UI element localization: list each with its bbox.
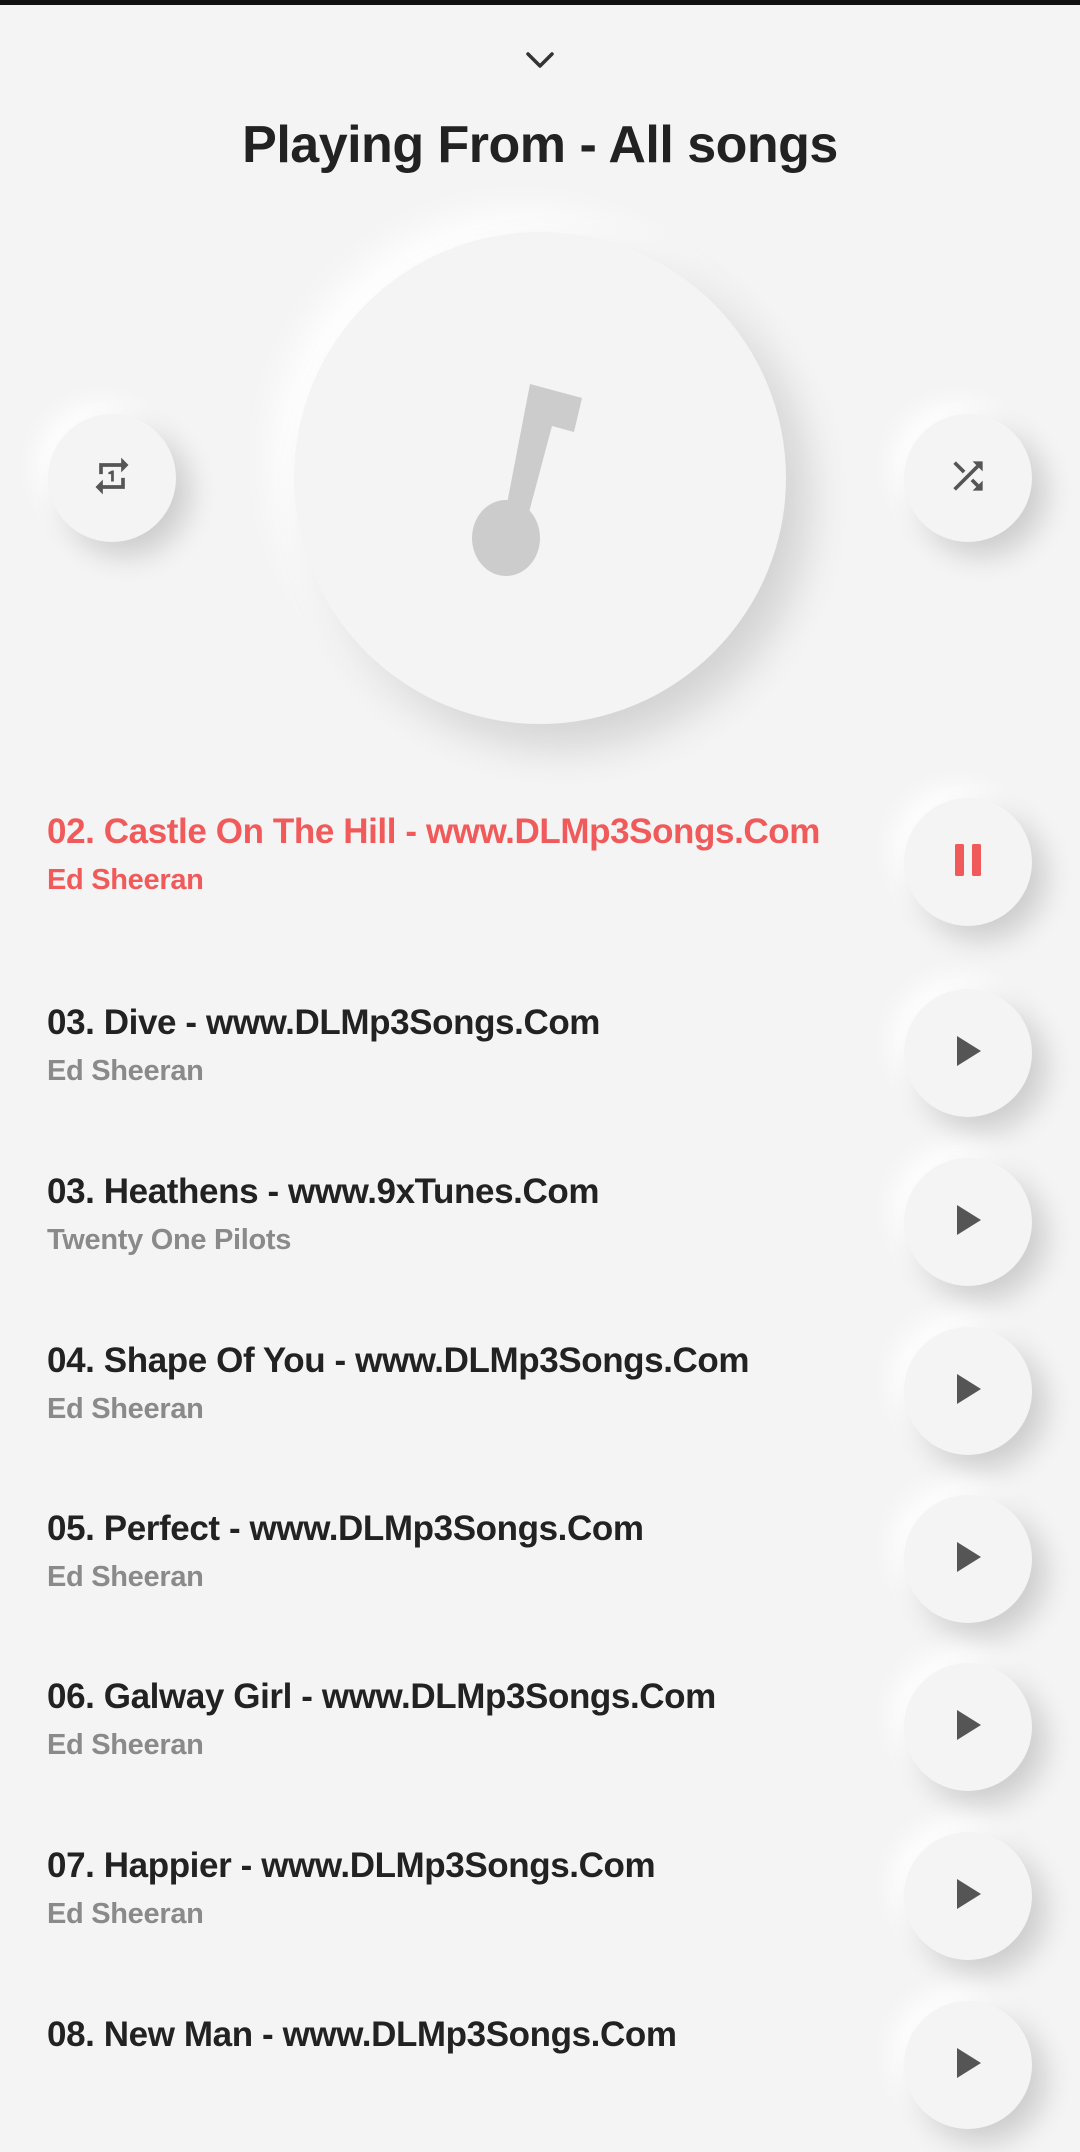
song-artist: Ed Sheeran: [47, 864, 204, 896]
pause-button[interactable]: [904, 798, 1032, 926]
list-item[interactable]: 07. Happier - www.DLMp3Songs.Com Ed Shee…: [0, 1814, 1080, 1983]
play-icon: [953, 1877, 983, 1916]
play-button[interactable]: [904, 989, 1032, 1117]
play-button[interactable]: [904, 1663, 1032, 1791]
play-icon: [953, 1034, 983, 1073]
list-item[interactable]: 04. Shape Of You - www.DLMp3Songs.Com Ed…: [0, 1309, 1080, 1478]
repeat-button[interactable]: [48, 414, 176, 542]
play-button[interactable]: [904, 1832, 1032, 1960]
song-title: 04. Shape Of You - www.DLMp3Songs.Com: [47, 1341, 750, 1380]
list-item[interactable]: 05. Perfect - www.DLMp3Songs.Com Ed Shee…: [0, 1477, 1080, 1646]
play-button[interactable]: [904, 1158, 1032, 1286]
play-button[interactable]: [904, 2001, 1032, 2129]
music-note-icon: [460, 376, 620, 581]
chevron-down-icon[interactable]: [520, 40, 560, 80]
page-title: Playing From - All songs: [242, 116, 838, 174]
play-icon: [953, 1540, 983, 1579]
album-artwork: [294, 232, 786, 724]
song-artist: Ed Sheeran: [47, 1055, 204, 1087]
song-title: 07. Happier - www.DLMp3Songs.Com: [47, 1846, 656, 1885]
list-item[interactable]: 06. Galway Girl - www.DLMp3Songs.Com Ed …: [0, 1645, 1080, 1814]
list-item[interactable]: 03. Heathens - www.9xTunes.Com Twenty On…: [0, 1140, 1080, 1309]
play-icon: [953, 1708, 983, 1747]
song-title: 06. Galway Girl - www.DLMp3Songs.Com: [47, 1677, 716, 1716]
song-artist: Ed Sheeran: [47, 1393, 204, 1425]
play-button[interactable]: [904, 1495, 1032, 1623]
list-item[interactable]: 08. New Man - www.DLMp3Songs.Com: [0, 1983, 1080, 2152]
song-title: 03. Heathens - www.9xTunes.Com: [47, 1172, 600, 1211]
play-icon: [953, 1372, 983, 1411]
song-artist: Ed Sheeran: [47, 1561, 204, 1593]
song-title: 08. New Man - www.DLMp3Songs.Com: [47, 2015, 677, 2054]
song-title: 02. Castle On The Hill - www.DLMp3Songs.…: [47, 812, 820, 851]
play-button[interactable]: [904, 1327, 1032, 1455]
play-icon: [953, 1203, 983, 1242]
song-artist: Ed Sheeran: [47, 1898, 204, 1930]
play-icon: [953, 2046, 983, 2085]
song-artist: Twenty One Pilots: [47, 1224, 292, 1256]
pause-icon: [951, 842, 985, 883]
list-item[interactable]: 02. Castle On The Hill - www.DLMp3Songs.…: [0, 780, 1080, 949]
song-title: 03. Dive - www.DLMp3Songs.Com: [47, 1003, 601, 1042]
repeat-one-icon: [90, 454, 134, 503]
song-title: 05. Perfect - www.DLMp3Songs.Com: [47, 1509, 644, 1548]
shuffle-button[interactable]: [904, 414, 1032, 542]
status-bar-strip: [0, 0, 1080, 5]
shuffle-icon: [946, 454, 990, 503]
list-item[interactable]: 03. Dive - www.DLMp3Songs.Com Ed Sheeran: [0, 971, 1080, 1140]
song-artist: Ed Sheeran: [47, 1729, 204, 1761]
